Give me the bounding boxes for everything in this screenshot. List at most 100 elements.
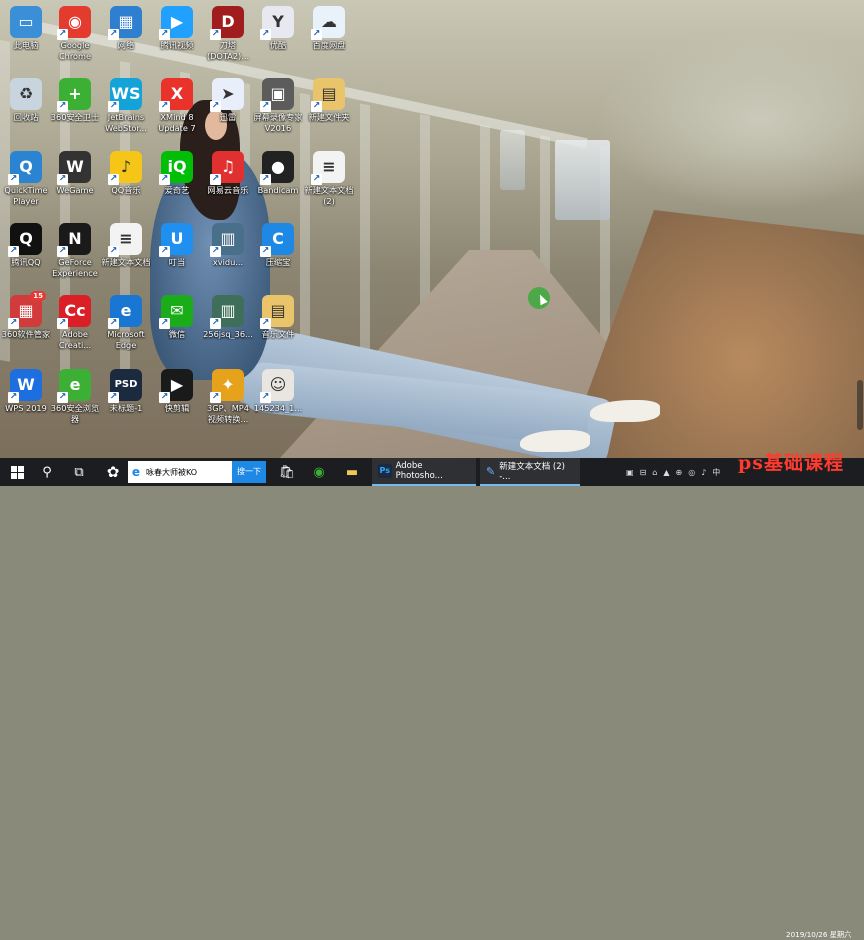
desktop-icon[interactable]: WWeGame bbox=[50, 151, 100, 196]
wallpaper-shoe bbox=[590, 400, 660, 422]
task-label: Adobe Photosho... bbox=[395, 461, 443, 481]
photoshop-icon: Ps bbox=[378, 464, 392, 478]
desktop-icon[interactable]: ▦网络 bbox=[101, 6, 151, 51]
desktop[interactable]: ▭此电脑◉Google Chrome▦网络▶腾讯视频D刀塔(DOTA2)...Y… bbox=[0, 0, 864, 458]
desktop-icon[interactable]: iQ爱奇艺 bbox=[152, 151, 202, 196]
desktop-icon[interactable]: ▦15360软件管家 bbox=[1, 291, 51, 340]
iqiyi-icon: iQ bbox=[159, 151, 193, 185]
desktop-icon[interactable]: ◉Google Chrome bbox=[50, 6, 100, 62]
xmind-icon: X bbox=[159, 78, 193, 112]
desktop-icon[interactable]: D刀塔(DOTA2)... bbox=[203, 6, 253, 62]
file-explorer-button[interactable]: ▬ bbox=[340, 458, 364, 486]
psd-file-icon: PSD bbox=[108, 369, 142, 403]
photo-icon: ☺ bbox=[260, 369, 294, 403]
desktop-icon-label: GeForce Experience bbox=[52, 257, 98, 278]
desktop-icon[interactable]: +360安全卫士 bbox=[50, 78, 100, 123]
desktop-icon-label: 腾讯视频 bbox=[160, 40, 194, 50]
windows-logo-icon bbox=[10, 465, 24, 479]
desktop-icon-label: 腾讯QQ bbox=[11, 257, 41, 267]
desktop-icon[interactable]: QQuickTime Player bbox=[1, 151, 51, 207]
task-notepad[interactable]: ✎ 新建文本文档 (2) -... bbox=[480, 458, 580, 486]
adobe-cc-icon: Cc bbox=[57, 295, 91, 329]
task-view-icon: ⧉ bbox=[74, 464, 84, 480]
desktop-icon-label: Bandicam bbox=[257, 185, 299, 195]
desktop-icon[interactable]: ▶快剪辑 bbox=[152, 369, 202, 414]
taskbar-clock[interactable]: 2019/10/26 星期六 bbox=[786, 930, 851, 940]
desktop-icon-label: 百度网盘 bbox=[312, 40, 346, 50]
desktop-icon[interactable]: e360安全浏览器 bbox=[50, 369, 100, 425]
desktop-icon[interactable]: ☺145234_1... bbox=[253, 369, 303, 414]
desktop-icon-label: 145234_1... bbox=[253, 403, 303, 413]
desktop-icon[interactable]: ▥256jsq_36... bbox=[203, 295, 253, 340]
browser-e-icon: e bbox=[131, 465, 141, 479]
desktop-icon[interactable]: CcAdobe Creati... bbox=[50, 295, 100, 351]
desktop-icon[interactable]: Y优酷 bbox=[253, 6, 303, 51]
desktop-icon-label: 优酷 bbox=[269, 40, 287, 50]
task-photoshop[interactable]: Ps Adobe Photosho... bbox=[372, 458, 476, 486]
360-browser-button[interactable]: ◉ bbox=[308, 458, 330, 486]
desktop-icon[interactable]: ☁百度网盘 bbox=[304, 6, 354, 51]
folder-icon: ▤ bbox=[311, 78, 345, 112]
desktop-icon[interactable]: ▣屏幕录像专家V2016 bbox=[253, 78, 303, 134]
web-search-box: e 搜一下 bbox=[128, 461, 266, 483]
desktop-icon[interactable]: ≡新建文本文档 bbox=[101, 223, 151, 268]
desktop-icon-label: 网络 bbox=[117, 40, 135, 50]
thunder-icon: ➤ bbox=[210, 78, 244, 112]
pinwheel-icon: ✿ bbox=[106, 463, 120, 481]
desktop-icon[interactable]: ●Bandicam bbox=[253, 151, 303, 196]
tray-icon[interactable]: ⌂ bbox=[652, 468, 657, 477]
360-security-icon: + bbox=[57, 78, 91, 112]
desktop-icon[interactable]: ▥xvidu... bbox=[203, 223, 253, 268]
tray-icon[interactable]: ⊕ bbox=[676, 468, 683, 477]
tray-icon[interactable]: ▣ bbox=[626, 468, 634, 477]
wps-icon: W bbox=[8, 369, 42, 403]
input-method-icon[interactable]: 中 bbox=[712, 467, 720, 478]
desktop-icon-label: JetBrains WebStor... bbox=[105, 112, 147, 133]
web-search-input[interactable] bbox=[144, 467, 232, 477]
tray-icon[interactable]: ⊟ bbox=[640, 468, 647, 477]
desktop-icon[interactable]: XXMind 8 Update 7 bbox=[152, 78, 202, 134]
desktop-icon-label: WeGame bbox=[56, 185, 94, 195]
desktop-icon[interactable]: ≡新建文本文档 (2) bbox=[304, 151, 354, 207]
desktop-icon[interactable]: ▤音乐文件 bbox=[253, 295, 303, 340]
desktop-icon[interactable]: ♫网易云音乐 bbox=[203, 151, 253, 196]
desktop-icon[interactable]: eMicrosoft Edge bbox=[101, 295, 151, 351]
desktop-icon-label: 爱奇艺 bbox=[164, 185, 190, 195]
desktop-icon-label: 回收站 bbox=[13, 112, 39, 122]
desktop-icon-label: 微信 bbox=[168, 329, 186, 339]
tray-expand-icon[interactable]: ▲ bbox=[663, 468, 669, 477]
task-view-button[interactable]: ⧉ bbox=[66, 458, 92, 486]
network-icon[interactable]: ◎ bbox=[688, 468, 695, 477]
desktop-icon-label: Google Chrome bbox=[58, 40, 92, 61]
desktop-icon-label: QuickTime Player bbox=[4, 185, 48, 206]
text-document-icon: ≡ bbox=[108, 223, 142, 257]
desktop-icon[interactable]: WWPS 2019 bbox=[1, 369, 51, 414]
desktop-icon[interactable]: Q腾讯QQ bbox=[1, 223, 51, 268]
desktop-icon[interactable]: ♻ 回收站 bbox=[1, 78, 51, 123]
baidu-netdisk-icon: ☁ bbox=[311, 6, 345, 40]
scrollbar[interactable] bbox=[857, 380, 863, 430]
search-button[interactable]: ⚲ bbox=[34, 458, 60, 486]
volume-icon[interactable]: ♪ bbox=[701, 468, 706, 477]
desktop-icon[interactable]: WSJetBrains WebStor... bbox=[101, 78, 151, 134]
store-button[interactable]: 🛍 bbox=[276, 458, 298, 486]
desktop-icon[interactable]: PSD未标题-1 bbox=[101, 369, 151, 414]
desktop-icon[interactable]: ▭ 此电脑 bbox=[1, 6, 51, 51]
desktop-icon[interactable]: ▤新建文件夹 bbox=[304, 78, 354, 123]
search-go-button[interactable]: 搜一下 bbox=[232, 461, 266, 483]
wallpaper-train bbox=[555, 140, 610, 220]
desktop-icon[interactable]: ♪QQ音乐 bbox=[101, 151, 151, 196]
start-button[interactable] bbox=[4, 458, 30, 486]
desktop-icon-label: 快剪辑 bbox=[164, 403, 190, 413]
desktop-icon[interactable]: NGeForce Experience bbox=[50, 223, 100, 279]
dingdang-icon: U bbox=[159, 223, 193, 257]
desktop-icon[interactable]: ✉微信 bbox=[152, 295, 202, 340]
desktop-icon-label: WPS 2019 bbox=[5, 403, 47, 413]
pinned-app-button[interactable]: ✿ bbox=[100, 458, 126, 486]
desktop-icon[interactable]: C压缩宝 bbox=[253, 223, 303, 268]
desktop-icon[interactable]: U叮当 bbox=[152, 223, 202, 268]
recycle-bin-icon: ♻ bbox=[10, 78, 42, 110]
desktop-icon[interactable]: ▶腾讯视频 bbox=[152, 6, 202, 51]
desktop-icon[interactable]: ➤迅雷 bbox=[203, 78, 253, 123]
desktop-icon[interactable]: ✦3GP、MP4视频转换... bbox=[203, 369, 253, 425]
